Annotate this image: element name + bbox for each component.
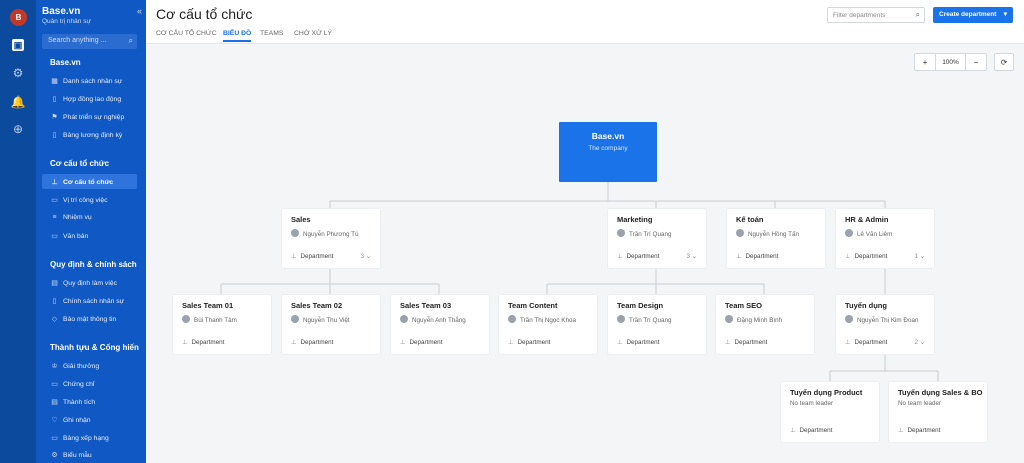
org-chart-icon: ⊥ [845, 339, 851, 346]
sub-department-toggle[interactable]: 1 ⌄ [914, 253, 925, 260]
leader-avatar [617, 229, 625, 237]
leader-avatar [845, 315, 853, 323]
leader-avatar [725, 315, 733, 323]
leader-avatar [845, 229, 853, 237]
leader-avatar [291, 229, 299, 237]
org-chart-icon: ⊥ [725, 339, 731, 346]
chevron-down-icon: ⌄ [691, 253, 697, 260]
department-card-team-seo[interactable]: Team SEO Đặng Minh Bình ⊥ Department [716, 295, 814, 354]
leader-avatar [508, 315, 516, 323]
org-chart-icon: ⊥ [845, 253, 851, 260]
sub-department-toggle[interactable]: 3 ⌄ [686, 253, 697, 260]
department-card-ke-toan[interactable]: Kế toán Nguyễn Hồng Tấn ⊥ Department [727, 209, 825, 268]
org-chart-icon: ⊥ [291, 253, 297, 260]
department-card-tuyen-dung-product[interactable]: Tuyển dụng Product No team leader ⊥ Depar… [781, 382, 879, 442]
leader-avatar [736, 229, 744, 237]
department-card-sales-team-01[interactable]: Sales Team 01 Bùi Thanh Tâm ⊥ Department [173, 295, 271, 354]
org-chart-icon: ⊥ [898, 427, 904, 434]
department-card-tuyen-dung-sales-bo[interactable]: Tuyển dụng Sales & BO No team leader ⊥ De… [889, 382, 987, 442]
leader-avatar [617, 315, 625, 323]
sub-department-toggle[interactable]: 2 ⌄ [914, 339, 925, 346]
org-chart-icon: ⊥ [182, 339, 188, 346]
root-subtitle: The company [588, 145, 628, 152]
department-card-marketing[interactable]: Marketing Trần Trí Quang ⊥ Department 3 ⌄ [608, 209, 706, 268]
chevron-down-icon: ⌄ [919, 339, 925, 346]
leader-avatar [182, 315, 190, 323]
leader-avatar [400, 315, 408, 323]
department-card-team-design[interactable]: Team Design Trần Trí Quang ⊥ Department [608, 295, 706, 354]
chevron-down-icon: ⌄ [919, 253, 925, 260]
org-chart-icon: ⊥ [736, 253, 742, 260]
sub-department-toggle[interactable]: 3 ⌄ [360, 253, 371, 260]
chevron-down-icon: ⌄ [365, 253, 371, 260]
org-chart-icon: ⊥ [508, 339, 514, 346]
leader-avatar [291, 315, 299, 323]
org-chart-icon: ⊥ [291, 339, 297, 346]
org-chart-icon: ⊥ [790, 427, 796, 434]
department-card-sales-team-03[interactable]: Sales Team 03 Nguyễn Anh Thắng ⊥ Departme… [391, 295, 489, 354]
department-card-sales[interactable]: Sales Nguyễn Phương Tú ⊥ Department 3 ⌄ [282, 209, 380, 268]
root-name: Base.vn [591, 131, 625, 141]
department-card-tuyen-dung[interactable]: Tuyển dụng Nguyễn Thị Kim Đoan ⊥ Departme… [836, 295, 934, 354]
org-chart-icon: ⊥ [617, 253, 623, 260]
org-chart-icon: ⊥ [400, 339, 406, 346]
org-root-card[interactable]: Base.vn The company [559, 122, 657, 182]
department-card-team-content[interactable]: Team Content Trần Thị Ngọc Khoa ⊥ Departm… [499, 295, 597, 354]
department-card-hr-admin[interactable]: HR & Admin Lê Văn Liêm ⊥ Department 1 ⌄ [836, 209, 934, 268]
org-chart-icon: ⊥ [617, 339, 623, 346]
department-card-sales-team-02[interactable]: Sales Team 02 Nguyễn Thu Việt ⊥ Departmen… [282, 295, 380, 354]
